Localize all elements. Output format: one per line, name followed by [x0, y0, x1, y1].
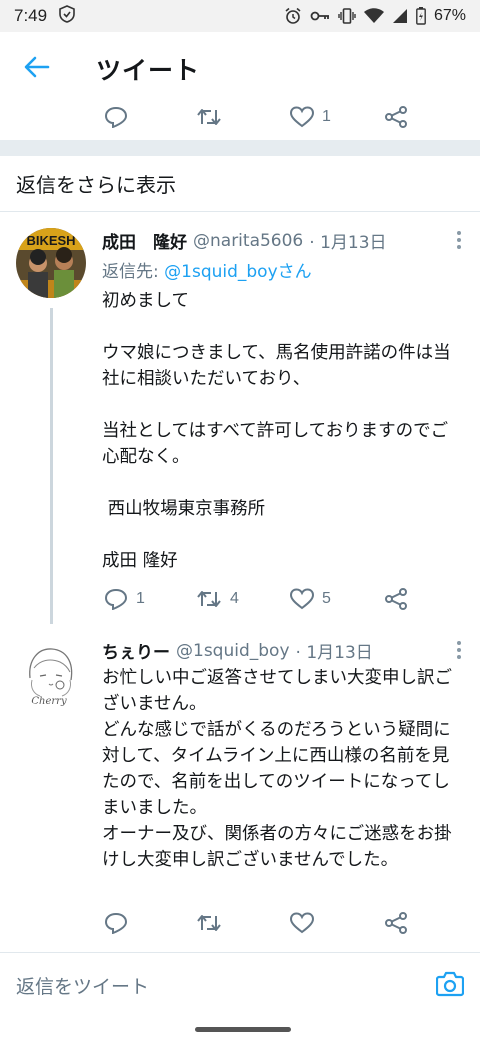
- back-button[interactable]: [0, 32, 74, 106]
- tweet-date: · 1月13日: [295, 643, 373, 663]
- retweet-count: 4: [230, 590, 239, 607]
- share-button[interactable]: [384, 105, 408, 129]
- reply-composer[interactable]: 返信をツイート: [0, 952, 480, 1018]
- shield-icon: [59, 5, 75, 27]
- tweet-cherry[interactable]: Cherry ちぇりー @1squid_boy · 1月13日 お忙しい中ご返答…: [0, 624, 480, 952]
- home-gesture-handle[interactable]: [195, 1027, 291, 1032]
- status-time: 7:49: [14, 6, 48, 25]
- display-name[interactable]: ちぇりー: [102, 638, 170, 663]
- camera-icon: [435, 971, 465, 1001]
- page-title: ツイート: [96, 56, 201, 85]
- heart-icon: [290, 106, 314, 128]
- reply-to-line: 返信先: @1squid_boyさん: [102, 257, 464, 282]
- reply-button[interactable]: [104, 912, 128, 934]
- share-icon: [384, 105, 408, 129]
- like-count: 1: [322, 108, 331, 125]
- battery-icon: [416, 7, 426, 25]
- avatar-banner: BIKESH: [26, 233, 75, 248]
- previous-tweet-actions: 1: [0, 102, 480, 132]
- reply-icon: [104, 106, 128, 128]
- retweet-button[interactable]: [196, 106, 222, 128]
- signal-icon: [392, 8, 408, 24]
- heart-icon: [290, 588, 314, 610]
- avatar-signature: Cherry: [31, 696, 67, 707]
- share-button[interactable]: [384, 587, 408, 611]
- alarm-icon: [284, 7, 302, 25]
- show-more-replies-button[interactable]: 返信をさらに表示: [0, 156, 480, 212]
- reply-input[interactable]: 返信をツイート: [16, 972, 149, 999]
- more-options-button[interactable]: [456, 230, 462, 254]
- tweet-content: ちぇりー @1squid_boy · 1月13日 お忙しい中ご返答させてしまい大…: [102, 638, 464, 873]
- vertical-dots-icon: [456, 641, 462, 664]
- share-button[interactable]: [384, 911, 408, 935]
- app-bar: ツイート: [0, 32, 480, 106]
- heart-icon: [290, 912, 314, 934]
- status-bar: 7:49 67%: [0, 0, 480, 32]
- section-divider: [0, 140, 480, 156]
- like-button[interactable]: 1: [290, 106, 331, 128]
- avatar[interactable]: Cherry: [16, 638, 86, 708]
- camera-button[interactable]: [435, 971, 465, 1001]
- like-button[interactable]: [290, 912, 314, 934]
- vertical-dots-icon: [456, 231, 462, 254]
- reply-to-link[interactable]: @1squid_boyさん: [164, 262, 312, 282]
- tweet-actions: 1 4 5: [0, 584, 480, 614]
- reply-button[interactable]: 1: [104, 588, 145, 610]
- user-handle[interactable]: @1squid_boy: [176, 641, 290, 661]
- reply-button[interactable]: [104, 106, 128, 128]
- system-nav-bar: [0, 1018, 480, 1040]
- tweet-text: 初めまして ウマ娘につきまして、馬名使用許諾の件は当社に相談いただいており、 当…: [102, 291, 451, 571]
- display-name[interactable]: 成田 隆好: [102, 228, 187, 253]
- tweet-narita[interactable]: BIKESH 成田 隆好 @narita5606 · 1月13日 返信先: @1…: [0, 212, 480, 624]
- tweet-date: · 1月13日: [309, 233, 387, 253]
- avatar[interactable]: BIKESH: [16, 228, 86, 298]
- reply-icon: [104, 912, 128, 934]
- retweet-icon: [196, 912, 222, 934]
- share-icon: [384, 911, 408, 935]
- tweet-actions: [0, 908, 480, 938]
- reply-icon: [104, 588, 128, 610]
- retweet-icon: [196, 588, 222, 610]
- tweet-header: ちぇりー @1squid_boy · 1月13日: [102, 638, 464, 664]
- user-handle[interactable]: @narita5606: [193, 231, 303, 251]
- retweet-button[interactable]: [196, 912, 222, 934]
- tweet-header: 成田 隆好 @narita5606 · 1月13日: [102, 228, 464, 254]
- reply-count: 1: [136, 590, 145, 607]
- share-icon: [384, 587, 408, 611]
- tweet-text: お忙しい中ご返答させてしまい大変申し訳ございません。 どんな感じで話がくるのだろ…: [102, 668, 452, 870]
- wifi-icon: [363, 8, 384, 24]
- tweet-content: 成田 隆好 @narita5606 · 1月13日 返信先: @1squid_b…: [102, 228, 464, 574]
- retweet-icon: [196, 106, 222, 128]
- thread-line: [50, 308, 53, 624]
- battery-percent: 67%: [433, 7, 466, 24]
- arrow-left-icon: [24, 55, 50, 83]
- retweet-button[interactable]: 4: [196, 588, 239, 610]
- like-count: 5: [322, 590, 331, 607]
- more-options-button[interactable]: [456, 640, 462, 664]
- vibrate-icon: [338, 7, 356, 25]
- reply-to-label: 返信先:: [102, 262, 165, 282]
- key-icon: [310, 10, 330, 22]
- like-button[interactable]: 5: [290, 588, 331, 610]
